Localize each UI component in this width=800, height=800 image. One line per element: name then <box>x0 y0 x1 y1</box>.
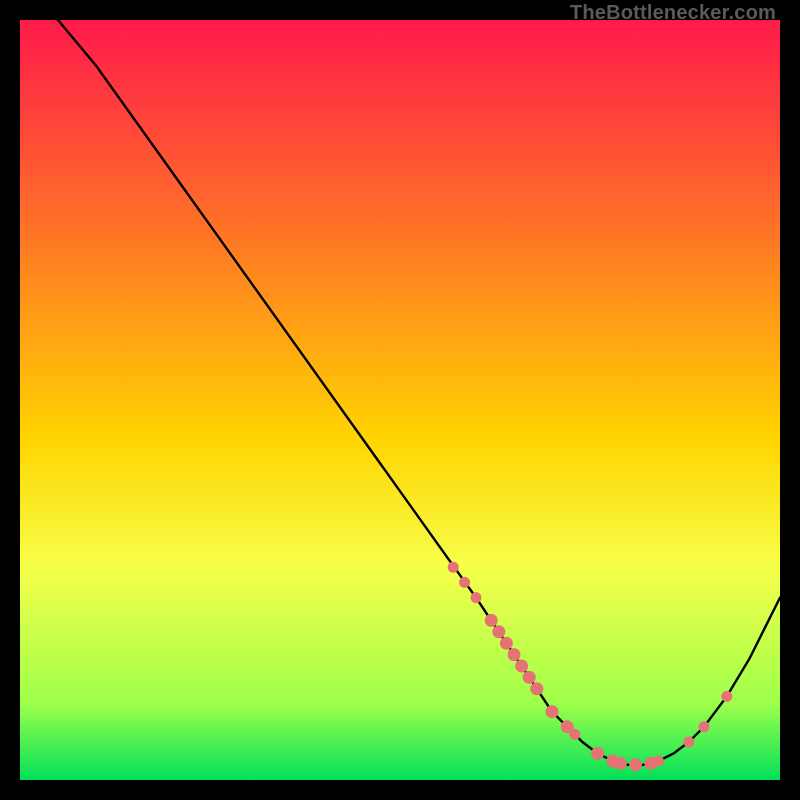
dot <box>699 722 709 732</box>
dot <box>516 660 528 672</box>
dot <box>653 756 663 766</box>
dot <box>722 691 732 701</box>
dot <box>570 729 580 739</box>
dot <box>546 706 558 718</box>
watermark-text: TheBottlenecker.com <box>570 2 776 25</box>
dot <box>523 671 535 683</box>
highlight-dots <box>448 562 732 771</box>
dot <box>493 626 505 638</box>
dot <box>508 649 520 661</box>
bottleneck-curve <box>58 20 780 765</box>
stage: TheBottlenecker.com <box>0 0 800 800</box>
dot <box>592 747 604 759</box>
chart-svg <box>20 20 780 780</box>
dot <box>630 759 642 771</box>
plot-area <box>20 20 780 780</box>
dot <box>485 614 497 626</box>
dot <box>471 593 481 603</box>
dot <box>684 737 694 747</box>
dot <box>531 683 543 695</box>
dot <box>448 562 458 572</box>
dot <box>614 757 626 769</box>
dot <box>500 637 512 649</box>
dot <box>460 577 470 587</box>
